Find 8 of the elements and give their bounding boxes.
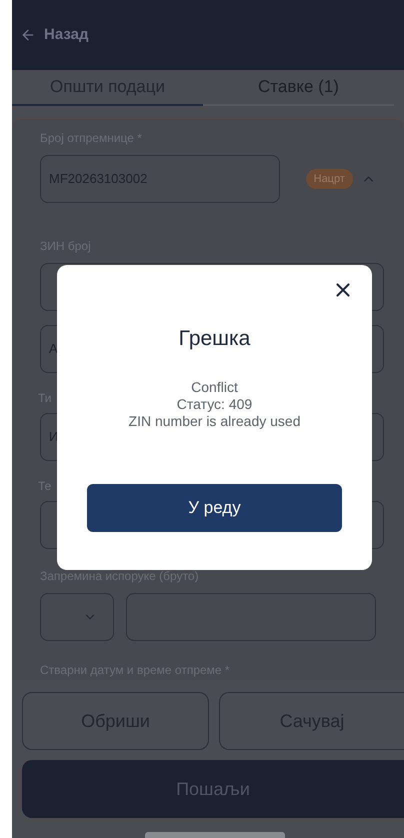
unit-select[interactable]: [40, 593, 114, 641]
ok-button[interactable]: У реду: [87, 484, 342, 532]
volume-field[interactable]: [126, 593, 376, 641]
error-message: Статус: 409: [176, 396, 252, 412]
error-message: Conflict: [191, 378, 238, 396]
error-message: ZIN number is already used: [128, 412, 300, 430]
back-link[interactable]: Назад: [44, 24, 88, 46]
dialog-title: Грешка: [178, 326, 250, 352]
